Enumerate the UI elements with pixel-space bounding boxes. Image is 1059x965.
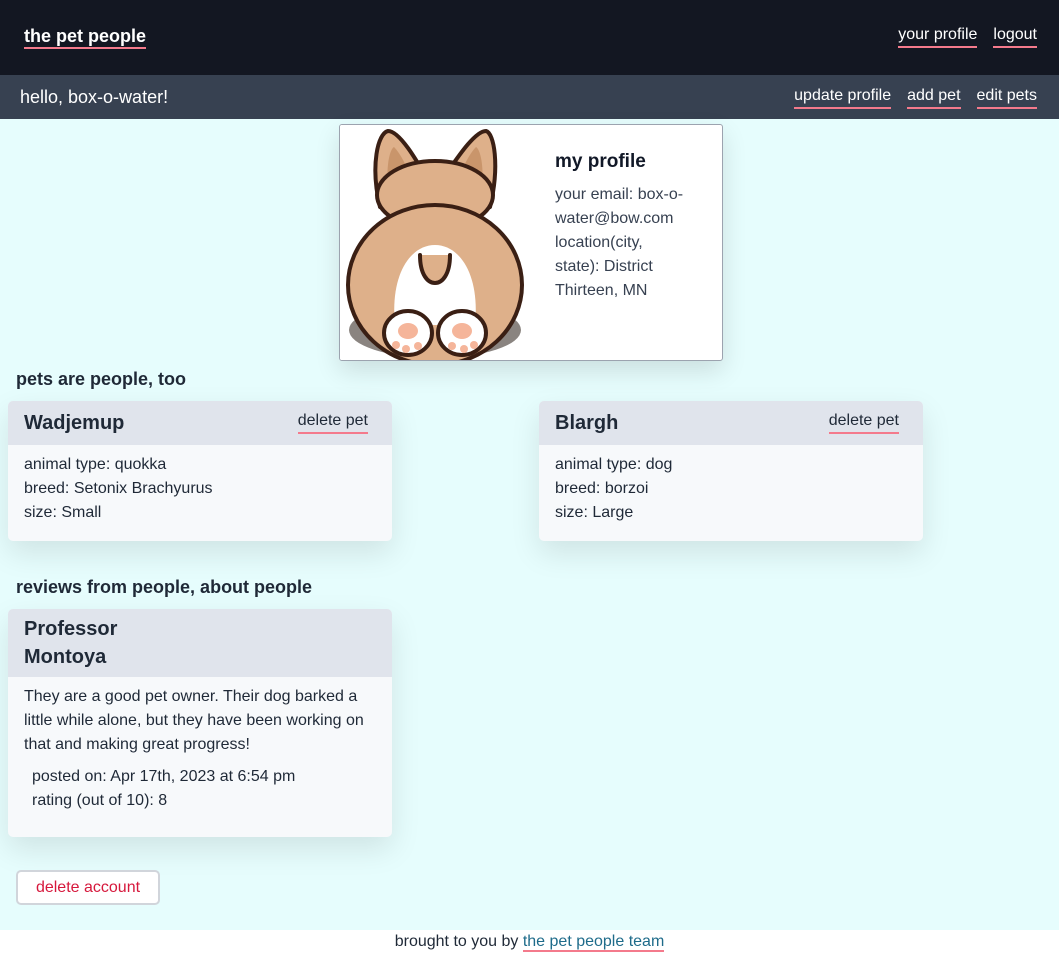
update-profile-link[interactable]: update profile bbox=[794, 86, 892, 109]
logout-link[interactable]: logout bbox=[993, 25, 1037, 48]
pet-card-header: Wadjemup delete pet bbox=[8, 401, 392, 445]
top-nav-links: your profile logout bbox=[898, 25, 1037, 48]
review-author: Professor Montoya bbox=[24, 618, 118, 668]
brand-link[interactable]: the pet people bbox=[24, 26, 147, 49]
pet-breed: breed: Setonix Brachyurus bbox=[24, 480, 213, 497]
pet-card: Wadjemup delete pet animal type: quokka … bbox=[8, 401, 392, 541]
review-posted-date: posted on: Apr 17th, 2023 at 6:54 pm bbox=[32, 768, 296, 785]
pet-animal-type: animal type: quokka bbox=[24, 456, 167, 473]
pet-details: animal type: dog breed: borzoi size: Lar… bbox=[539, 445, 923, 541]
main-content: my profile your email: box-o- water@bow.… bbox=[0, 119, 1059, 930]
review-rating: rating (out of 10): 8 bbox=[32, 792, 168, 809]
pet-card-header: Blargh delete pet bbox=[539, 401, 923, 445]
review-body: They are a good pet owner. Their dog bar… bbox=[8, 677, 392, 829]
pet-card: Blargh delete pet animal type: dog breed… bbox=[539, 401, 923, 541]
review-text: They are a good pet owner. Their dog bar… bbox=[24, 688, 364, 753]
add-pet-link[interactable]: add pet bbox=[907, 86, 961, 109]
pets-heading: pets are people, too bbox=[16, 369, 187, 389]
profile-location-line-2: state): District bbox=[555, 258, 653, 275]
greeting-text: hello, box-o-water! bbox=[20, 87, 169, 107]
review-meta: posted on: Apr 17th, 2023 at 6:54 pm rat… bbox=[24, 765, 376, 813]
delete-pet-button[interactable]: delete pet bbox=[828, 411, 899, 434]
your-profile-link[interactable]: your profile bbox=[898, 25, 978, 48]
profile-location-line-3: Thirteen, MN bbox=[555, 282, 648, 299]
delete-account-button[interactable]: delete account bbox=[16, 870, 160, 905]
pet-breed: breed: borzoi bbox=[555, 480, 649, 497]
pet-animal-type: animal type: dog bbox=[555, 456, 673, 473]
top-navbar: the pet people your profile logout bbox=[0, 0, 1059, 75]
delete-pet-button[interactable]: delete pet bbox=[297, 411, 368, 434]
footer: brought to you by the pet people team bbox=[0, 930, 1059, 965]
profile-email-line-1: your email: box-o- bbox=[555, 186, 684, 203]
review-card: Professor Montoya They are a good pet ow… bbox=[8, 609, 392, 837]
profile-info: my profile your email: box-o- water@bow.… bbox=[555, 149, 705, 303]
pet-size: size: Small bbox=[24, 504, 102, 521]
profile-email-line-2: water@bow.com bbox=[555, 210, 674, 227]
sub-nav-links: update profile add pet edit pets bbox=[794, 86, 1037, 109]
review-card-header: Professor Montoya bbox=[8, 609, 392, 677]
corgi-butt-icon bbox=[340, 125, 531, 360]
pet-size: size: Large bbox=[555, 504, 634, 521]
profile-title: my profile bbox=[555, 151, 646, 172]
profile-card: my profile your email: box-o- water@bow.… bbox=[339, 124, 723, 361]
footer-team-link[interactable]: the pet people team bbox=[522, 933, 665, 952]
footer-text: brought to you by bbox=[394, 933, 523, 950]
edit-pets-link[interactable]: edit pets bbox=[976, 86, 1037, 109]
pet-details: animal type: quokka breed: Setonix Brach… bbox=[8, 445, 392, 541]
reviews-heading: reviews from people, about people bbox=[16, 577, 313, 597]
profile-location-line-1: location(city, bbox=[555, 234, 643, 251]
